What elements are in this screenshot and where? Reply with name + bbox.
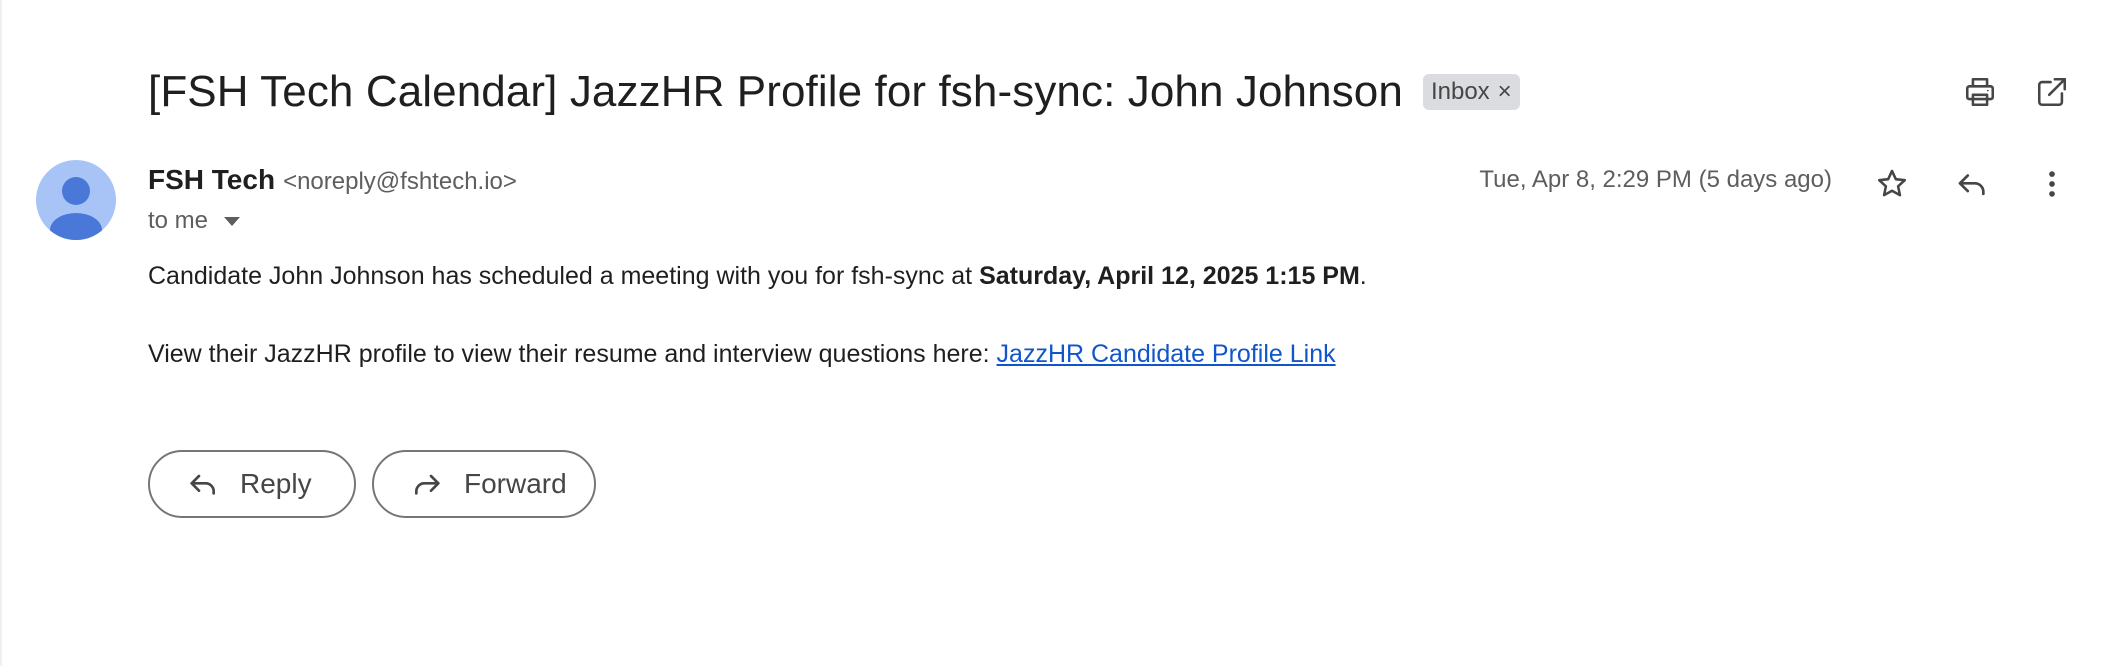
print-icon[interactable] — [1960, 72, 2000, 112]
email-body-paragraph-1: Candidate John Johnson has scheduled a m… — [148, 262, 1367, 291]
body-text-end: . — [1359, 262, 1367, 290]
reply-button[interactable]: Reply — [148, 450, 356, 518]
meeting-datetime: Saturday, April 12, 2025 1:15 PM — [979, 262, 1360, 290]
sender-name[interactable]: FSH Tech — [148, 164, 275, 196]
jazzhr-profile-link[interactable]: JazzHR Candidate Profile Link — [997, 340, 1336, 368]
more-vertical-icon[interactable] — [2030, 162, 2074, 206]
forward-icon — [410, 467, 444, 501]
subject-row: [FSH Tech Calendar] JazzHR Profile for f… — [148, 62, 1520, 122]
reply-icon[interactable] — [1950, 162, 1994, 206]
forward-button[interactable]: Forward — [372, 450, 596, 518]
remove-label-icon[interactable]: × — [1498, 80, 1512, 104]
open-in-new-window-icon[interactable] — [2032, 72, 2072, 112]
recipient-text: to me — [148, 207, 209, 234]
left-divider — [0, 0, 2, 666]
label-chip-text: Inbox — [1430, 78, 1490, 105]
star-icon[interactable] — [1870, 162, 1914, 206]
body-text: View their JazzHR profile to view their … — [148, 340, 997, 368]
email-view: [FSH Tech Calendar] JazzHR Profile for f… — [0, 0, 2104, 666]
reply-icon — [186, 467, 220, 501]
sender-email: <noreply@fshtech.io> — [283, 168, 517, 195]
recipient-details-toggle[interactable]: to me — [148, 206, 241, 236]
reply-button-label: Reply — [240, 468, 312, 499]
body-text: Candidate John Johnson has scheduled a m… — [148, 262, 980, 290]
caret-down-icon[interactable] — [224, 216, 241, 226]
email-date: Tue, Apr 8, 2:29 PM (5 days ago) — [1479, 166, 1832, 193]
inbox-label-chip[interactable]: Inbox × — [1422, 74, 1520, 110]
sender-line: FSH Tech <noreply@fshtech.io> — [148, 164, 517, 200]
email-subject: [FSH Tech Calendar] JazzHR Profile for f… — [148, 67, 1403, 116]
default-avatar-icon[interactable] — [36, 160, 116, 240]
forward-button-label: Forward — [464, 468, 567, 499]
email-body-paragraph-2: View their JazzHR profile to view their … — [148, 340, 1336, 369]
